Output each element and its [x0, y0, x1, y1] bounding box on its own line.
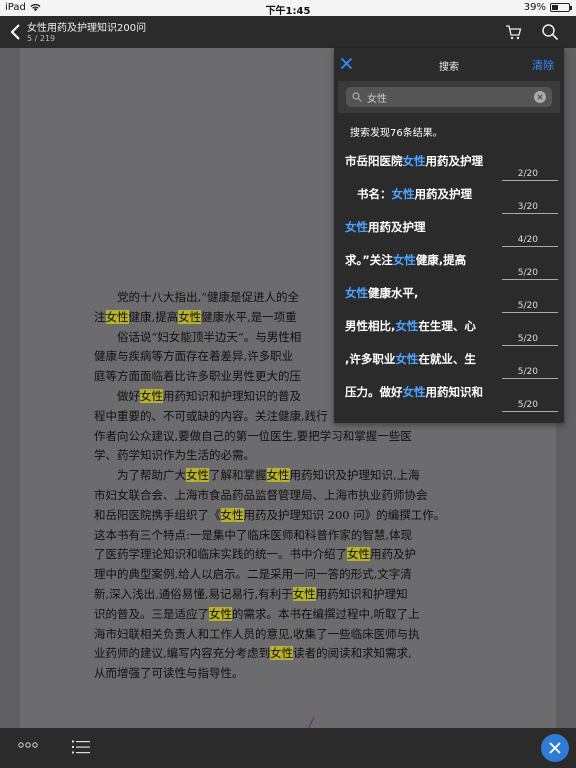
result-divider — [502, 411, 558, 412]
list-icon[interactable] — [72, 740, 90, 754]
result-snippet: 女性健康水平, — [345, 286, 419, 300]
results-summary: 搜索发现76条结果。 — [350, 128, 443, 139]
result-snippet: ,许多职业女性在就业、生 — [345, 352, 476, 366]
close-icon — [549, 742, 561, 754]
status-bar: iPad 下午1:45 39% — [0, 0, 576, 17]
page-indicator: 5 / 219 — [27, 34, 56, 43]
result-location: 5/20 — [517, 268, 538, 278]
highlight: 女性 — [292, 586, 316, 601]
result-keyword: 女性 — [402, 385, 426, 399]
result-keyword: 女性 — [345, 220, 368, 234]
status-right: 39% — [523, 2, 572, 13]
paragraph-4: 为了帮助广大女性了解和掌握女性用药知识及护理知识,上海 市妇女联合会、上海市食品药… — [94, 468, 446, 681]
highlight: 女性 — [186, 468, 209, 483]
highlight: 女性 — [347, 547, 370, 562]
result-keyword: 女性 — [392, 253, 416, 267]
search-field[interactable] — [346, 87, 552, 107]
battery-percent: 39% — [523, 2, 546, 13]
result-snippet: 女性用药及护理 — [345, 220, 426, 234]
result-location: 4/20 — [517, 235, 538, 245]
battery-icon — [550, 3, 572, 12]
search-panel-header: 搜索 清除 — [334, 48, 564, 81]
clear-text-icon[interactable] — [534, 91, 546, 103]
result-keyword: 女性 — [395, 352, 419, 366]
search-result-item[interactable]: ,许多职业女性在就业、生 5/20 — [342, 346, 558, 379]
result-snippet: 书名：女性用药及护理 — [357, 187, 473, 201]
highlight: 女性 — [270, 646, 294, 661]
result-snippet: 市岳阳医院女性用药及护理 — [345, 154, 483, 168]
battery-fill — [552, 5, 559, 10]
magnifier-icon — [352, 92, 362, 102]
search-icon[interactable] — [541, 23, 559, 41]
result-snippet: 求。”关注女性健康,提高 — [345, 253, 467, 267]
result-keyword: 女性 — [402, 154, 426, 168]
back-chevron-icon[interactable] — [8, 23, 24, 41]
result-location: 5/20 — [517, 301, 538, 311]
highlight: 女性 — [220, 507, 244, 522]
highlight: 女性 — [209, 606, 232, 621]
bottom-toolbar — [0, 728, 576, 768]
result-keyword: 女性 — [391, 187, 415, 201]
result-snippet: 男性相比,女性在生理、心 — [345, 319, 476, 333]
status-time: 下午1:45 — [265, 6, 311, 17]
result-location: 2/20 — [517, 169, 538, 179]
highlight: 女性 — [266, 468, 290, 483]
highlight: 女性 — [140, 388, 163, 403]
result-location: 5/20 — [517, 400, 538, 410]
result-location: 5/20 — [517, 367, 538, 377]
search-result-item[interactable]: 男性相比,女性在生理、心 5/20 — [342, 313, 558, 346]
search-result-item[interactable]: 求。”关注女性健康,提高 5/20 — [342, 247, 558, 280]
result-snippet: 压力。做好女性用药知识和 — [345, 385, 483, 399]
search-result-item[interactable]: 女性健康水平, 5/20 — [342, 280, 558, 313]
result-keyword: 女性 — [395, 319, 419, 333]
close-fab-button[interactable] — [541, 734, 569, 762]
more-dots-icon[interactable] — [18, 741, 38, 749]
search-result-item[interactable]: 市岳阳医院女性用药及护理 2/20 — [342, 148, 558, 181]
search-panel: 搜索 清除 搜索发现76条结果。 市岳阳医院女性用药及护理 2/20 书名：女性用… — [334, 48, 564, 423]
search-result-item[interactable]: 女性用药及护理 4/20 — [342, 214, 558, 247]
search-bar — [338, 81, 560, 113]
reader-header: 女性用药及护理知识200问 5 / 219 — [0, 16, 576, 48]
result-keyword: 女性 — [345, 286, 368, 300]
highlight: 女性 — [105, 309, 129, 324]
result-location: 5/20 — [517, 334, 538, 344]
clear-button[interactable]: 清除 — [532, 57, 554, 73]
search-result-item[interactable]: 书名：女性用药及护理 3/20 — [342, 181, 558, 214]
search-input[interactable] — [367, 91, 534, 103]
cart-icon[interactable] — [505, 24, 522, 40]
book-title: 女性用药及护理知识200问 — [27, 23, 147, 34]
result-location: 3/20 — [517, 202, 538, 212]
highlight: 女性 — [178, 309, 202, 324]
search-panel-title: 搜索 — [439, 62, 459, 73]
search-result-item[interactable]: 压力。做好女性用药知识和 5/20 — [342, 379, 558, 412]
